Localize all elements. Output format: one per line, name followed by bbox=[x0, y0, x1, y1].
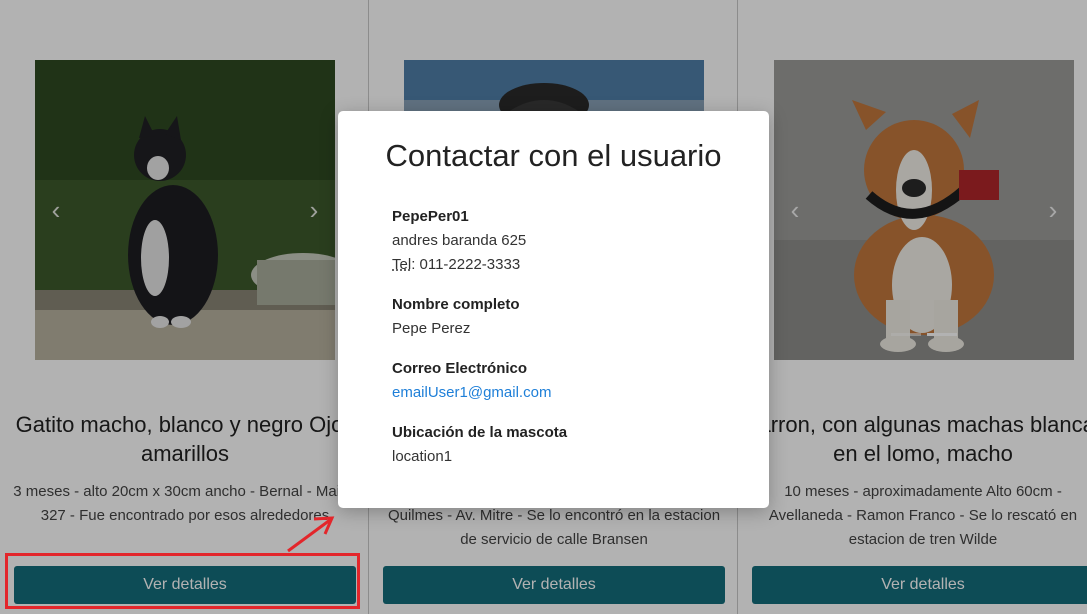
email-section: Correo Electrónico emailUser1@gmail.com bbox=[392, 357, 752, 405]
location-value: location1 bbox=[392, 448, 453, 465]
email-label: Correo Electrónico bbox=[392, 360, 528, 377]
user-phone: Tel: 011-2222-3333 bbox=[392, 253, 752, 277]
modal-title: Contactar con el usuario bbox=[385, 138, 722, 173]
user-address: andres baranda 625 bbox=[392, 232, 527, 249]
phone-value: : 011-2222-3333 bbox=[411, 256, 521, 273]
username: PepePer01 bbox=[392, 208, 469, 225]
fullname-label: Nombre completo bbox=[392, 296, 520, 313]
fullname-section: Nombre completo Pepe Perez bbox=[392, 293, 752, 341]
user-info-section: PepePer01 andres baranda 625 Tel: 011-22… bbox=[392, 205, 752, 277]
phone-label: Tel bbox=[392, 256, 412, 273]
contact-user-modal: Contactar con el usuario PepePer01 andre… bbox=[338, 111, 769, 508]
email-link[interactable]: emailUser1@gmail.com bbox=[392, 381, 752, 405]
location-section: Ubicación de la mascota location1 bbox=[392, 421, 752, 469]
fullname-value: Pepe Perez bbox=[392, 320, 471, 337]
annotation-highlight-box bbox=[5, 553, 360, 609]
location-label: Ubicación de la mascota bbox=[392, 424, 568, 441]
